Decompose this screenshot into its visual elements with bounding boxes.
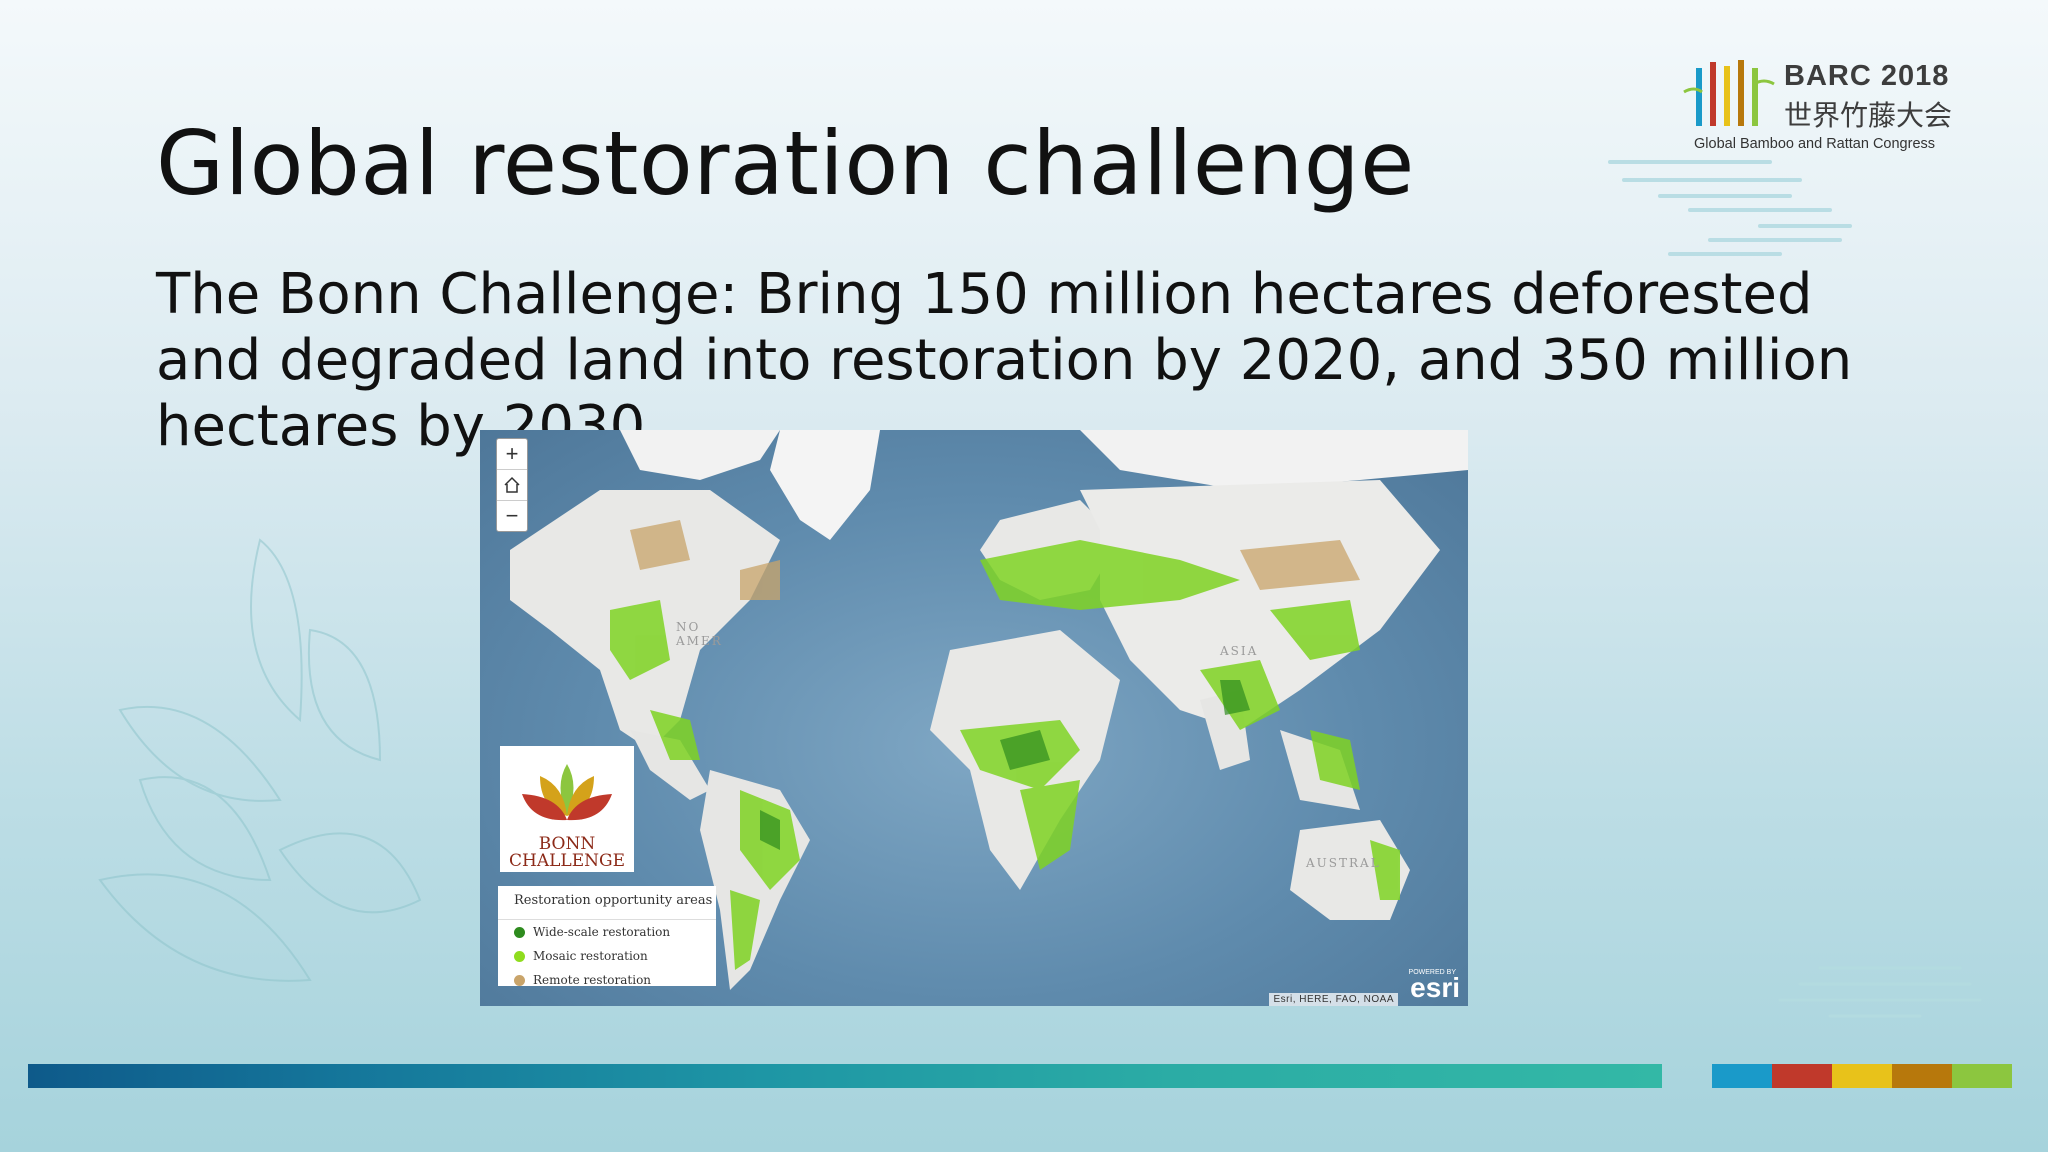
bamboo-logo-icon <box>1683 60 1775 126</box>
legend-title: Restoration opportunity areas <box>498 886 716 920</box>
footer-color-swatches <box>1712 1064 2012 1088</box>
zoom-in-button[interactable]: + <box>497 439 527 470</box>
esri-logo[interactable]: esri <box>1410 972 1460 1004</box>
map-attribution[interactable]: Esri, HERE, FAO, NOAA <box>1269 993 1398 1006</box>
decorative-lines <box>1778 966 1982 1018</box>
legend-label: Remote restoration <box>533 973 652 987</box>
legend-item: Remote restoration <box>498 968 716 992</box>
home-icon <box>504 476 520 493</box>
swatch <box>1832 1064 1892 1088</box>
bonn-challenge-logo: BONN CHALLENGE <box>500 746 634 872</box>
bonn-logo-line2: CHALLENGE <box>509 851 625 871</box>
zoom-out-button[interactable]: − <box>497 501 527 531</box>
legend-item: Wide-scale restoration <box>498 920 716 944</box>
home-button[interactable] <box>497 470 527 501</box>
swatch <box>1952 1064 2012 1088</box>
footer-gradient-bar <box>28 1064 1662 1088</box>
leaf-decoration <box>98 538 422 982</box>
swatch <box>1772 1064 1832 1088</box>
swatch <box>1892 1064 1952 1088</box>
legend-dot <box>514 950 525 962</box>
map-label-australia: AUSTRAL <box>1306 856 1381 870</box>
legend-dot <box>514 926 525 938</box>
lotus-logo-icon <box>522 764 612 821</box>
decorative-lines <box>1608 160 1852 256</box>
legend-item: Mosaic restoration <box>498 944 716 968</box>
legend-label: Wide-scale restoration <box>533 925 671 939</box>
restoration-map[interactable]: NO AMER ASIA AUSTRAL + − BONN CHALLENGE … <box>480 430 1468 1006</box>
map-label-asia: ASIA <box>1220 644 1259 658</box>
slide-title: Global restoration challenge <box>156 112 1415 215</box>
legend-label: Mosaic restoration <box>533 949 648 963</box>
map-legend: Restoration opportunity areas Wide-scale… <box>498 886 716 987</box>
logo-brand: BARC 2018 <box>1784 60 1950 92</box>
map-label-north-america: NO AMER <box>676 620 723 648</box>
logo-chinese: 世界竹藤大会 <box>1784 99 1953 132</box>
map-zoom-controls: + − <box>496 438 528 532</box>
barc-logo: BARC 2018 世界竹藤大会 Global Bamboo and Ratta… <box>1680 58 1960 158</box>
swatch <box>1712 1064 1772 1088</box>
legend-dot <box>514 974 525 986</box>
